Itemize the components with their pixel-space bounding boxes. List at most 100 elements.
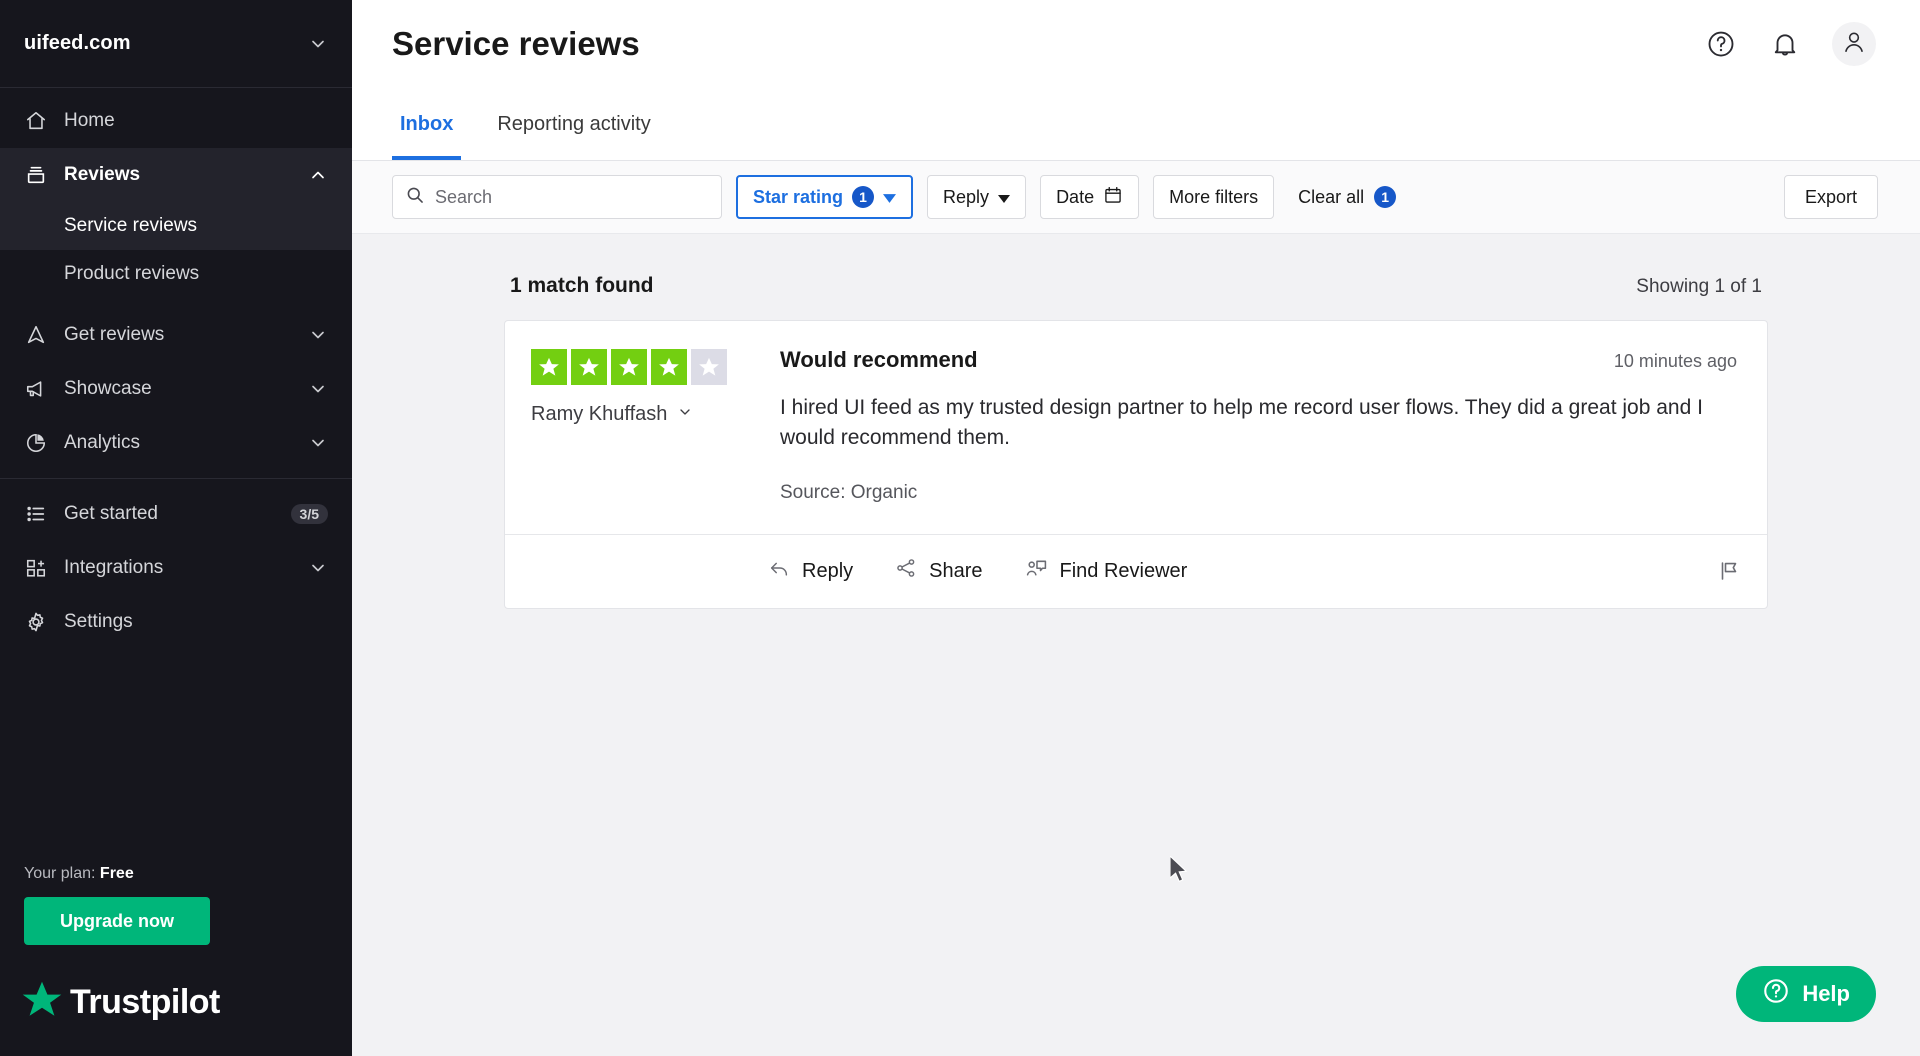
get-started-progress-badge: 3/5 [290,504,328,524]
upgrade-now-button[interactable]: Upgrade now [24,897,210,945]
sidebar-item-showcase[interactable]: Showcase [0,362,352,416]
tab-bar: Inbox Reporting activity [352,88,1920,161]
chevron-down-icon [308,34,328,54]
star-rating-filter-button[interactable]: Star rating 1 [736,175,914,219]
review-card-body: Ramy Khuffash Would recommend 10 minutes… [505,321,1767,534]
chevron-up-icon [308,165,328,185]
tab-label: Reporting activity [497,112,651,135]
review-header: Would recommend 10 minutes ago [780,347,1737,373]
avatar[interactable] [1832,22,1876,66]
sidebar-item-reviews[interactable]: Reviews [0,148,352,202]
sidebar-item-get-reviews[interactable]: Get reviews [0,308,352,362]
inbox-icon [24,163,48,187]
reply-arrow-icon [768,557,790,585]
more-filters-button[interactable]: More filters [1153,175,1275,219]
clear-all-filters-button[interactable]: Clear all 1 [1288,175,1406,219]
app-root: uifeed.com Home Reviews Service reviews … [0,0,1920,1056]
home-icon [24,109,48,133]
chevron-down-icon [677,403,693,426]
send-icon [24,323,48,347]
review-body: I hired UI feed as my trusted design par… [780,396,1703,450]
export-button[interactable]: Export [1783,175,1878,219]
plan-label: Your plan: [24,865,96,882]
date-filter-button[interactable]: Date [1040,175,1140,219]
tab-inbox[interactable]: Inbox [392,88,462,160]
bell-icon[interactable] [1768,27,1802,61]
sidebar: uifeed.com Home Reviews Service reviews … [0,0,352,1056]
sidebar-item-analytics[interactable]: Analytics [0,416,352,470]
trustpilot-star-icon [20,979,64,1026]
find-reviewer-action-label: Find Reviewer [1059,559,1188,582]
star-filled-icon [531,349,567,385]
brand-switcher[interactable]: uifeed.com [0,0,352,88]
sidebar-item-label: Integrations [64,557,164,578]
share-nodes-icon [895,557,917,585]
mouse-cursor [1169,854,1192,891]
sidebar-subitem-label: Product reviews [64,263,200,284]
grid-plus-icon [24,556,48,580]
reviewer-name-dropdown[interactable]: Ramy Khuffash [531,403,776,426]
review-title: Would recommend [780,347,978,372]
chevron-down-icon [308,325,328,345]
search-field[interactable] [392,175,722,219]
star-filled-icon [571,349,607,385]
sidebar-item-label: Reviews [64,164,141,185]
reviewer-name: Ramy Khuffash [531,403,668,425]
reviewer-column: Ramy Khuffash [531,347,776,504]
pie-chart-icon [24,431,48,455]
question-circle-icon[interactable] [1704,27,1738,61]
review-content: Would recommend 10 minutes ago I hired U… [776,347,1737,504]
star-rating-filter-count: 1 [852,186,875,208]
star-rating [531,349,776,385]
plan-value: Free [99,865,134,882]
sidebar-item-label: Get started [64,503,158,524]
date-filter-label: Date [1056,186,1095,207]
caret-down-icon [883,187,897,208]
star-filled-icon [611,349,647,385]
top-bar: Service reviews [352,0,1920,88]
caret-down-icon [998,187,1011,208]
tab-label: Inbox [400,112,454,135]
review-actions: Reply Share Find Reviewer [768,557,1187,586]
review-timestamp: 10 minutes ago [1613,351,1737,371]
sidebar-item-get-started[interactable]: Get started 3/5 [0,487,352,541]
question-circle-icon [1762,977,1790,1011]
sidebar-item-label: Showcase [64,378,152,399]
share-action-button[interactable]: Share [895,557,983,585]
sidebar-item-home[interactable]: Home [0,94,352,148]
sidebar-item-label: Settings [64,611,133,632]
sidebar-item-label: Get reviews [64,324,165,345]
reply-filter-button[interactable]: Reply [927,175,1027,219]
reply-action-label: Reply [802,559,854,582]
search-input[interactable] [435,186,709,208]
user-avatar-icon [1841,29,1867,60]
results-header: 1 match found Showing 1 of 1 [504,274,1768,320]
help-button[interactable]: Help [1736,966,1876,1022]
find-reviewer-action-button[interactable]: Find Reviewer [1025,557,1188,586]
brand-name: uifeed.com [24,32,131,54]
sidebar-item-product-reviews[interactable]: Product reviews [0,250,352,298]
chevron-down-icon [308,433,328,453]
more-filters-label: More filters [1169,186,1259,207]
sidebar-item-service-reviews[interactable]: Service reviews [0,202,352,250]
sidebar-nav: Home Reviews Service reviews Product rev… [0,88,352,649]
chevron-down-icon [308,558,328,578]
review-card-footer: Reply Share Find Reviewer [505,533,1767,608]
flag-icon[interactable] [1717,559,1741,583]
clear-all-label: Clear all [1298,186,1365,207]
find-reviewer-icon [1025,557,1048,586]
sidebar-item-integrations[interactable]: Integrations [0,541,352,595]
sidebar-item-settings[interactable]: Settings [0,595,352,649]
main-area: Service reviews Inbox Reporting activity… [352,0,1920,1056]
share-action-label: Share [929,559,983,582]
star-filled-icon [651,349,687,385]
chevron-down-icon [308,379,328,399]
sidebar-divider [0,478,352,479]
tab-reporting-activity[interactable]: Reporting activity [489,88,658,160]
trustpilot-logo: Trustpilot [0,979,352,1056]
review-source: Source: Organic [780,481,918,503]
review-card: Ramy Khuffash Would recommend 10 minutes… [504,320,1768,609]
reply-action-button[interactable]: Reply [768,557,853,585]
reply-filter-label: Reply [943,186,990,207]
